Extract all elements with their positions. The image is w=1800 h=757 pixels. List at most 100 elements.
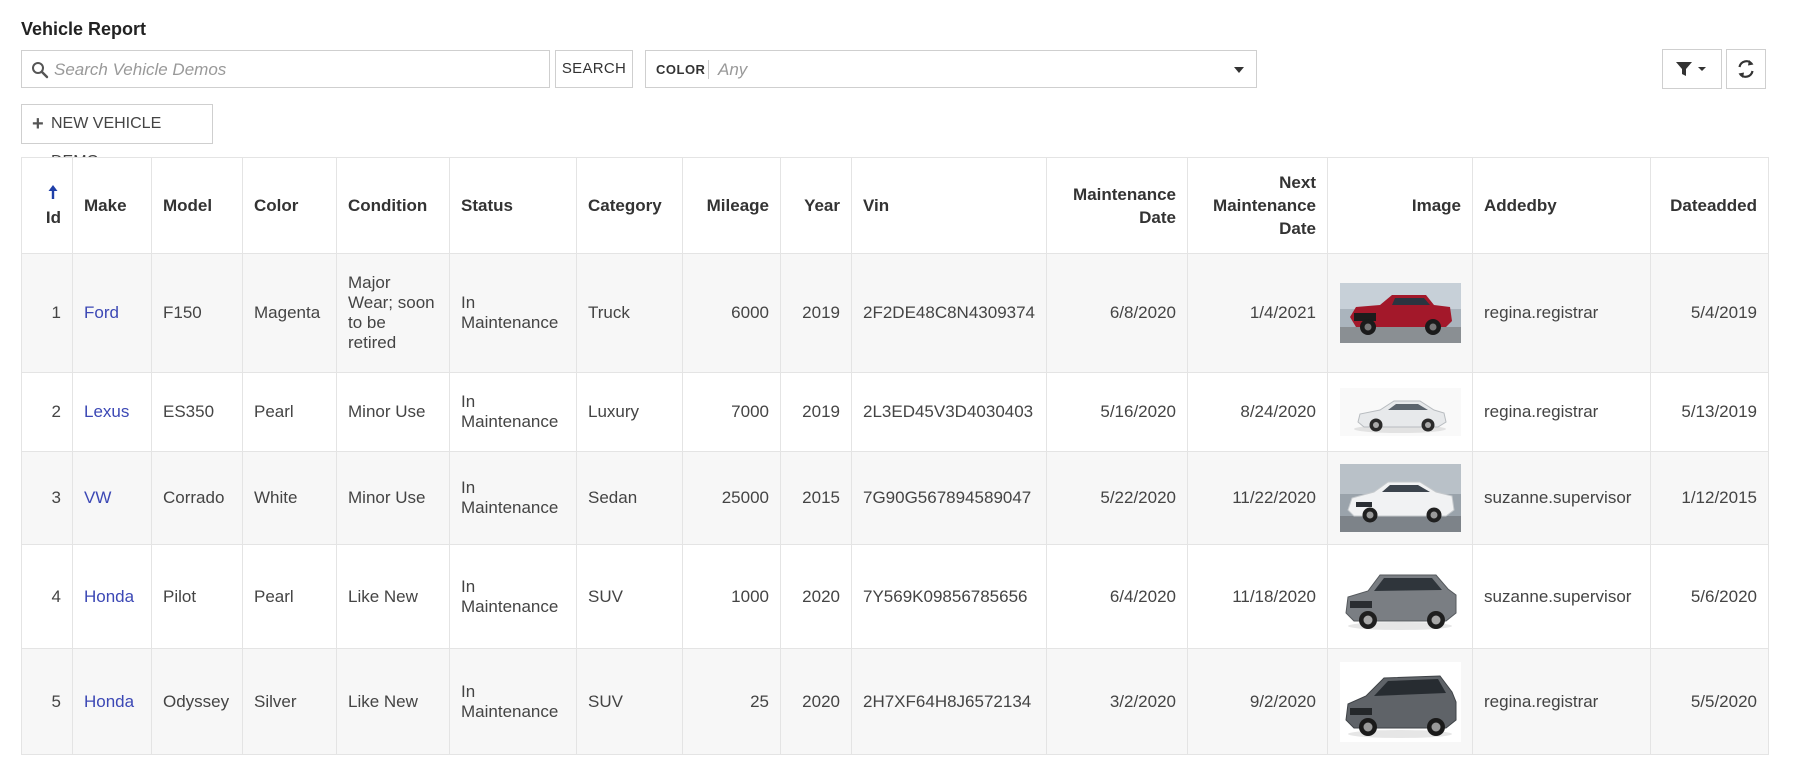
- column-header-condition[interactable]: Condition: [336, 157, 450, 254]
- table-header-row: Id Make Model Color Condition Status Cat…: [21, 157, 1770, 254]
- cell-image: [1327, 648, 1474, 755]
- color-filter-value: Any: [718, 60, 748, 79]
- search-icon: [31, 61, 49, 79]
- white-sedan-image: [1340, 388, 1462, 436]
- white-hatchback-image: [1340, 464, 1462, 532]
- cell-addedby: regina.registrar: [1472, 372, 1652, 452]
- cell-vin: 2L3ED45V3D4030403: [850, 372, 1048, 452]
- cell-condition: Minor Use: [336, 451, 450, 545]
- color-filter-label: COLOR: [656, 62, 706, 77]
- cell-make-link[interactable]: VW: [72, 451, 152, 545]
- cell-year: 2019: [780, 253, 852, 373]
- cell-year: 2019: [780, 372, 852, 452]
- cell-vin: 2F2DE48C8N4309374: [850, 253, 1048, 373]
- column-header-mileage[interactable]: Mileage: [682, 157, 781, 254]
- cell-id: 3: [21, 451, 73, 545]
- cell-category: Sedan: [576, 451, 683, 545]
- cell-category: SUV: [576, 544, 683, 649]
- cell-id: 2: [21, 372, 73, 452]
- cell-year: 2020: [780, 544, 852, 649]
- table-row[interactable]: 1 Ford F150 Magenta Major Wear; soon to …: [21, 253, 1770, 373]
- column-header-addedby[interactable]: Addedby: [1472, 157, 1652, 254]
- cell-next-maintenance-date: 1/4/2021: [1187, 253, 1329, 373]
- column-header-year[interactable]: Year: [780, 157, 852, 254]
- cell-image: [1327, 253, 1474, 373]
- cell-maintenance-date: 3/2/2020: [1046, 648, 1189, 755]
- filter-menu-button[interactable]: [1662, 49, 1722, 89]
- cell-mileage: 25: [682, 648, 781, 755]
- table-row[interactable]: 2 Lexus ES350 Pearl Minor Use In Mainten…: [21, 372, 1770, 452]
- cell-maintenance-date: 5/16/2020: [1046, 372, 1189, 452]
- cell-status: In Maintenance: [449, 372, 577, 452]
- cell-image: [1327, 451, 1474, 545]
- cell-mileage: 7000: [682, 372, 781, 452]
- cell-addedby: suzanne.supervisor: [1472, 451, 1652, 545]
- table-row[interactable]: 3 VW Corrado White Minor Use In Maintena…: [21, 451, 1770, 545]
- cell-mileage: 6000: [682, 253, 781, 373]
- cell-model: Odyssey: [151, 648, 243, 755]
- refresh-button[interactable]: [1726, 49, 1766, 89]
- table-row[interactable]: 5 Honda Odyssey Silver Like New In Maint…: [21, 648, 1770, 755]
- cell-next-maintenance-date: 11/22/2020: [1187, 451, 1329, 545]
- color-filter-select[interactable]: COLOR Any: [645, 50, 1257, 88]
- cell-year: 2015: [780, 451, 852, 545]
- cell-model: Corrado: [151, 451, 243, 545]
- cell-mileage: 25000: [682, 451, 781, 545]
- column-header-category[interactable]: Category: [576, 157, 683, 254]
- cell-color: Magenta: [242, 253, 337, 373]
- cell-addedby: regina.registrar: [1472, 253, 1652, 373]
- cell-id: 1: [21, 253, 73, 373]
- sort-ascending-icon: [48, 183, 58, 206]
- cell-make-link[interactable]: Lexus: [72, 372, 152, 452]
- cell-status: In Maintenance: [449, 451, 577, 545]
- cell-addedby: regina.registrar: [1472, 648, 1652, 755]
- column-header-dateadded[interactable]: Dateadded: [1650, 157, 1770, 254]
- color-filter-divider: [708, 60, 709, 79]
- chevron-down-icon: [1234, 67, 1244, 73]
- search-button[interactable]: SEARCH: [555, 50, 633, 88]
- filter-icon: [1676, 62, 1706, 76]
- column-header-next-maintenance-date[interactable]: Next Maintenance Date: [1187, 157, 1329, 254]
- cell-model: Pilot: [151, 544, 243, 649]
- cell-vin: 7G90G567894589047: [850, 451, 1048, 545]
- refresh-icon: [1738, 60, 1754, 78]
- column-header-id[interactable]: Id: [21, 157, 73, 254]
- cell-dateadded: 5/4/2019: [1650, 253, 1770, 373]
- cell-vin: 2H7XF64H8J6572134: [850, 648, 1048, 755]
- cell-dateadded: 1/12/2015: [1650, 451, 1770, 545]
- cell-model: F150: [151, 253, 243, 373]
- cell-year: 2020: [780, 648, 852, 755]
- cell-maintenance-date: 5/22/2020: [1046, 451, 1189, 545]
- cell-make-link[interactable]: Honda: [72, 544, 152, 649]
- column-header-color[interactable]: Color: [242, 157, 337, 254]
- table-row[interactable]: 4 Honda Pilot Pearl Like New In Maintena…: [21, 544, 1770, 649]
- vehicle-report-page: Vehicle Report Search Vehicle Demos SEAR…: [0, 0, 1800, 757]
- cell-id: 5: [21, 648, 73, 755]
- cell-image: [1327, 544, 1474, 649]
- search-placeholder: Search Vehicle Demos: [54, 60, 227, 79]
- cell-addedby: suzanne.supervisor: [1472, 544, 1652, 649]
- column-header-status[interactable]: Status: [449, 157, 577, 254]
- cell-next-maintenance-date: 9/2/2020: [1187, 648, 1329, 755]
- cell-status: In Maintenance: [449, 253, 577, 373]
- cell-image: [1327, 372, 1474, 452]
- new-vehicle-demo-button[interactable]: + NEW VEHICLE DEMO: [21, 104, 213, 170]
- column-header-vin[interactable]: Vin: [850, 157, 1048, 254]
- cell-id: 4: [21, 544, 73, 649]
- cell-vin: 7Y569K09856785656: [850, 544, 1048, 649]
- cell-status: In Maintenance: [449, 544, 577, 649]
- column-header-make[interactable]: Make: [72, 157, 152, 254]
- cell-condition: Major Wear; soon to be retired: [336, 253, 450, 373]
- search-input[interactable]: Search Vehicle Demos: [21, 50, 550, 88]
- column-header-image[interactable]: Image: [1327, 157, 1474, 254]
- cell-make-link[interactable]: Ford: [72, 253, 152, 373]
- cell-mileage: 1000: [682, 544, 781, 649]
- cell-make-link[interactable]: Honda: [72, 648, 152, 755]
- column-header-maintenance-date[interactable]: Maintenance Date: [1046, 157, 1189, 254]
- column-header-model[interactable]: Model: [151, 157, 243, 254]
- cell-dateadded: 5/5/2020: [1650, 648, 1770, 755]
- cell-model: ES350: [151, 372, 243, 452]
- cell-category: Luxury: [576, 372, 683, 452]
- page-title: Vehicle Report: [21, 19, 147, 39]
- cell-condition: Minor Use: [336, 372, 450, 452]
